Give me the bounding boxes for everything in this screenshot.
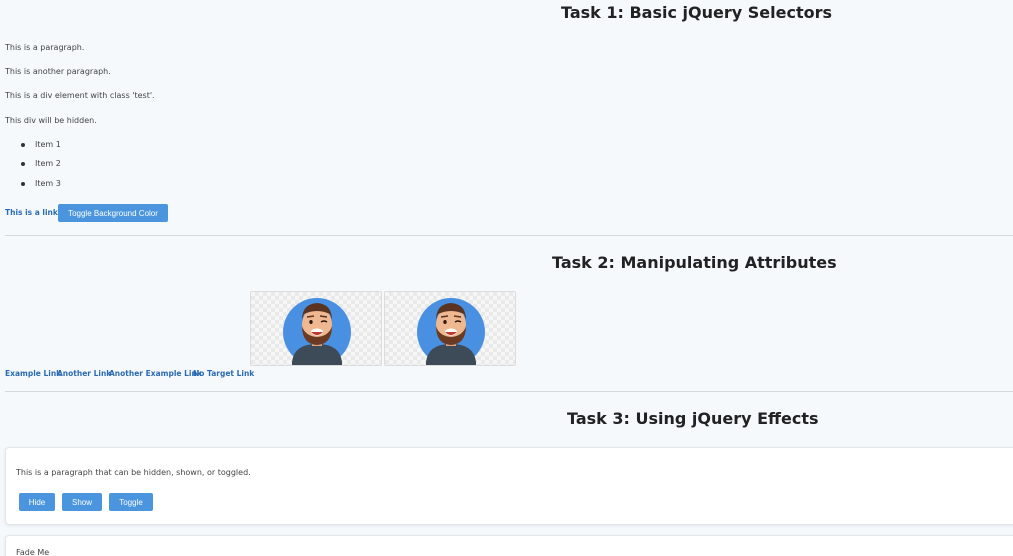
paragraph-1: This is a paragraph. xyxy=(5,43,85,52)
another-example-link[interactable]: Another Example Link xyxy=(109,369,202,378)
div-test: This is a div element with class 'test'. xyxy=(5,91,155,100)
effects-card: This is a paragraph that can be hidden, … xyxy=(5,447,1013,525)
divider xyxy=(5,391,1013,392)
task3-heading: Task 3: Using jQuery Effects xyxy=(567,409,819,428)
divider xyxy=(5,235,1013,236)
task2-heading: Task 2: Manipulating Attributes xyxy=(552,253,837,272)
list-item-label: Item 2 xyxy=(35,159,61,168)
task1-heading: Task 1: Basic jQuery Selectors xyxy=(561,3,833,22)
fade-text: Fade Me xyxy=(16,548,50,556)
bullet-icon xyxy=(21,143,25,147)
no-target-link[interactable]: No Target Link xyxy=(193,369,254,378)
avatar-image-2 xyxy=(384,291,516,366)
div-hidden: This div will be hidden. xyxy=(5,116,97,125)
show-button[interactable]: Show xyxy=(62,493,102,511)
toggle-background-button[interactable]: Toggle Background Color xyxy=(58,204,168,222)
avatar-bearded-man-icon xyxy=(283,298,351,365)
fade-card: Fade Me xyxy=(5,535,1013,556)
list-item-label: Item 3 xyxy=(35,179,61,188)
toggle-button[interactable]: Toggle xyxy=(109,493,153,511)
bullet-icon xyxy=(21,182,25,186)
example-link[interactable]: Example Link xyxy=(5,369,61,378)
sample-link[interactable]: This is a link. xyxy=(5,208,61,217)
effect-paragraph: This is a paragraph that can be hidden, … xyxy=(16,468,251,477)
another-link[interactable]: Another Link xyxy=(57,369,111,378)
list-item-label: Item 1 xyxy=(35,140,61,149)
paragraph-2: This is another paragraph. xyxy=(5,67,111,76)
avatar-image-1 xyxy=(250,291,382,366)
bullet-icon xyxy=(21,162,25,166)
avatar-bearded-man-icon xyxy=(417,298,485,365)
hide-button[interactable]: Hide xyxy=(19,493,55,511)
